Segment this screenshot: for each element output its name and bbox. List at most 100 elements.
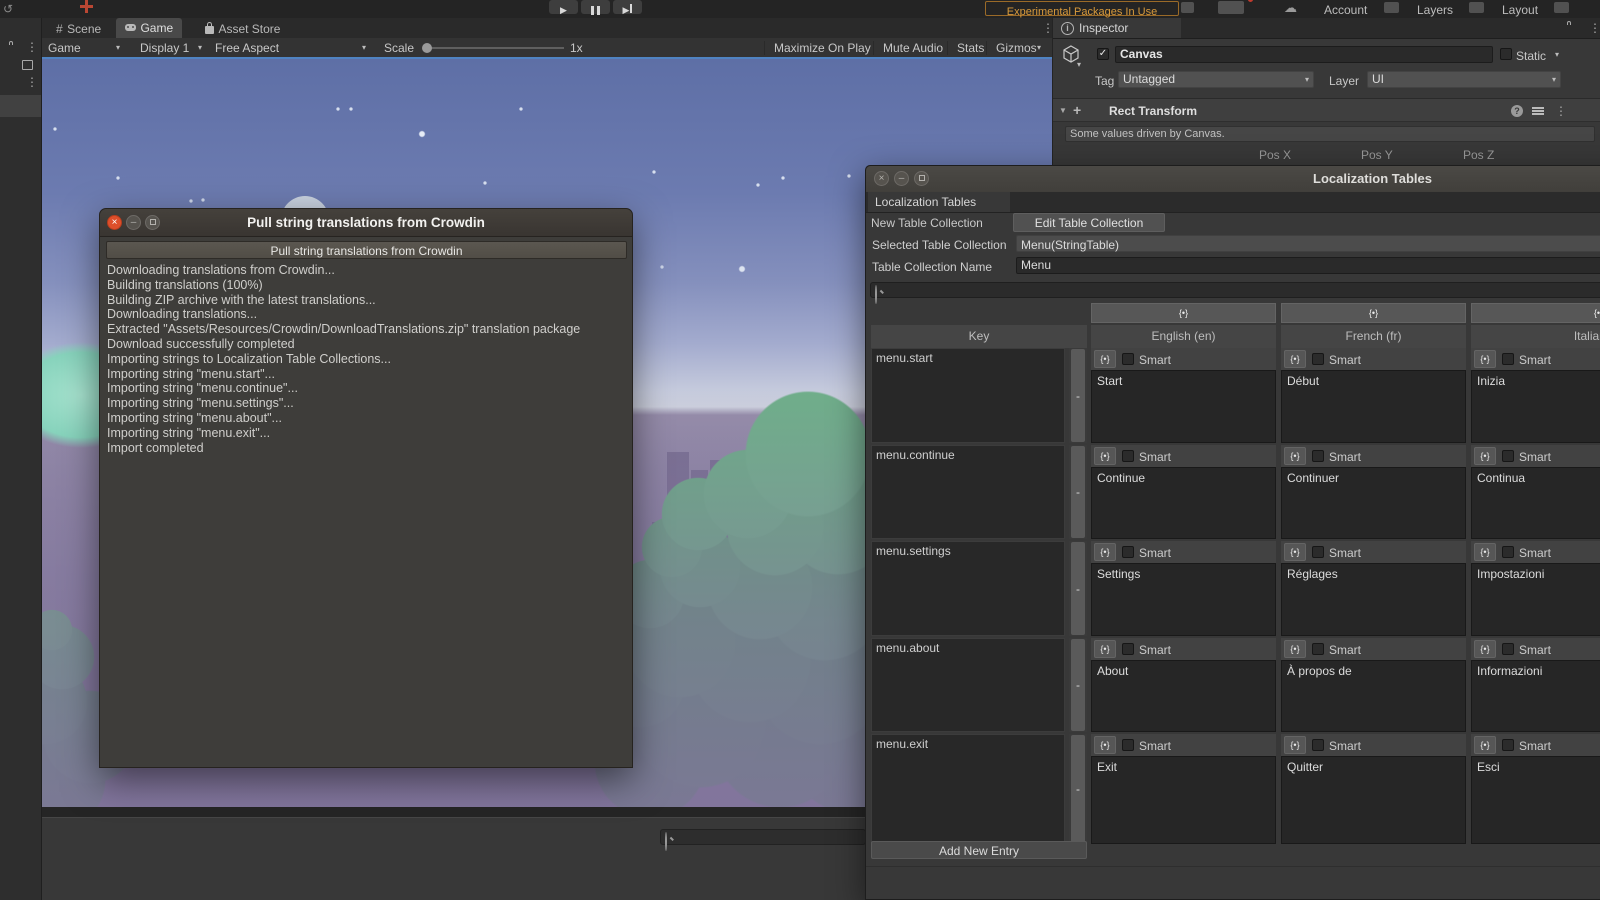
table-search-input[interactable] (870, 282, 1600, 304)
translation-input[interactable]: Exit (1091, 756, 1276, 844)
tab-asset-store[interactable]: Asset Store (197, 20, 288, 38)
remove-entry-button[interactable]: - (1069, 582, 1087, 596)
scale-slider-knob[interactable] (422, 43, 432, 53)
column-header-en[interactable]: English (en) (1091, 325, 1276, 348)
popout-icon[interactable] (22, 60, 33, 70)
kebab-icon[interactable]: ⋮ (1589, 22, 1600, 34)
smart-checkbox[interactable] (1502, 353, 1514, 365)
static-chevron-icon[interactable]: ▾ (1555, 51, 1559, 59)
key-field[interactable]: menu.exit (871, 734, 1065, 844)
dialog-titlebar[interactable]: × – Pull string translations from Crowdi… (100, 209, 632, 237)
remove-entry-button[interactable]: - (1069, 389, 1087, 403)
window-titlebar[interactable]: × – Localization Tables (866, 166, 1600, 193)
metadata-icon[interactable]: {•} (1474, 640, 1496, 658)
row-scroll-strip[interactable]: - (1069, 348, 1087, 443)
translation-input[interactable]: Continuer (1281, 467, 1466, 539)
translation-input[interactable]: Continua (1471, 467, 1600, 539)
translation-input[interactable]: Début (1281, 370, 1466, 443)
smart-checkbox[interactable] (1122, 450, 1134, 462)
new-table-collection-button[interactable]: New Table Collection (869, 214, 1011, 232)
translation-input[interactable]: Start (1091, 370, 1276, 443)
remove-entry-button[interactable]: - (1069, 678, 1087, 692)
maximize-on-play-button[interactable]: Maximize On Play (764, 41, 871, 55)
add-new-entry-button[interactable]: Add New Entry (871, 841, 1087, 859)
smart-checkbox[interactable] (1502, 546, 1514, 558)
smart-checkbox[interactable] (1312, 546, 1324, 558)
account-button[interactable]: Account (1324, 3, 1367, 17)
column-header-fr[interactable]: French (fr) (1281, 325, 1466, 348)
row-scroll-strip[interactable]: - (1069, 445, 1087, 539)
edit-table-collection-button[interactable]: Edit Table Collection (1013, 213, 1165, 232)
metadata-icon[interactable]: {•} (1094, 350, 1116, 368)
step-button[interactable]: ▶ (613, 0, 642, 15)
layout-chip[interactable] (1554, 2, 1569, 13)
smart-checkbox[interactable] (1312, 739, 1324, 751)
metadata-icon[interactable]: {•} (1474, 447, 1496, 465)
metadata-icon[interactable]: {•} (1474, 350, 1496, 368)
layers-button[interactable]: Layers (1417, 3, 1453, 17)
metadata-icon[interactable]: {•} (1284, 543, 1306, 561)
warning-dismiss-chip[interactable] (1181, 2, 1194, 13)
metadata-icon[interactable]: {•} (1094, 543, 1116, 561)
smart-checkbox[interactable] (1502, 739, 1514, 751)
kebab-icon[interactable]: ⋮ (1555, 105, 1567, 117)
smart-checkbox[interactable] (1122, 739, 1134, 751)
column-header-key[interactable]: Key (871, 325, 1087, 348)
aspect-dropdown[interactable]: Free Aspect (215, 41, 279, 55)
kebab-icon[interactable]: ⋮ (26, 41, 38, 53)
translation-input[interactable]: Continue (1091, 467, 1276, 539)
scale-slider-track[interactable] (426, 47, 564, 49)
smart-checkbox[interactable] (1312, 643, 1324, 655)
translation-input[interactable]: Inizia (1471, 370, 1600, 443)
stats-button[interactable]: Stats (947, 41, 984, 55)
smart-checkbox[interactable] (1312, 450, 1324, 462)
undo-icon[interactable]: ↺ (3, 2, 13, 16)
foldout-caret-icon[interactable]: ▼ (1059, 107, 1067, 115)
mute-audio-button[interactable]: Mute Audio (873, 41, 943, 55)
table-collection-name-field[interactable]: Menu (1016, 257, 1600, 274)
key-field[interactable]: menu.settings (871, 541, 1065, 636)
object-name-field[interactable]: Canvas (1115, 46, 1493, 63)
tag-dropdown[interactable]: Untagged ▾ (1118, 71, 1314, 88)
layer-dropdown[interactable]: UI ▾ (1367, 71, 1561, 88)
row-scroll-strip[interactable]: - (1069, 734, 1087, 844)
metadata-icon[interactable]: {•} (1284, 736, 1306, 754)
layout-button[interactable]: Layout (1502, 3, 1538, 17)
translation-input[interactable]: Réglages (1281, 563, 1466, 636)
smart-checkbox[interactable] (1312, 353, 1324, 365)
row-scroll-strip[interactable]: - (1069, 638, 1087, 732)
component-header[interactable]: ▼ + Rect Transform ? ⋮ (1053, 98, 1600, 122)
smart-checkbox[interactable] (1502, 643, 1514, 655)
column-settings-en[interactable]: {•} (1091, 303, 1276, 323)
column-settings-it[interactable]: {•} (1471, 303, 1600, 323)
pull-translations-button[interactable]: Pull string translations from Crowdin (106, 241, 627, 259)
metadata-icon[interactable]: {•} (1284, 447, 1306, 465)
metadata-icon[interactable]: {•} (1284, 640, 1306, 658)
translation-input[interactable]: Impostazioni (1471, 563, 1600, 636)
experimental-packages-warning[interactable]: Experimental Packages In Use (985, 1, 1179, 18)
search-input[interactable] (660, 829, 866, 851)
pause-button[interactable] (581, 0, 610, 15)
translation-input[interactable]: Informazioni (1471, 660, 1600, 732)
display-dropdown[interactable]: Display 1 (140, 41, 189, 55)
key-field[interactable]: menu.start (871, 348, 1065, 443)
tab-inspector[interactable]: i Inspector (1053, 18, 1181, 38)
toolbar-chip[interactable] (1218, 1, 1244, 14)
remove-entry-button[interactable]: - (1069, 782, 1087, 796)
game-target-dropdown[interactable]: Game (48, 41, 81, 55)
smart-checkbox[interactable] (1502, 450, 1514, 462)
metadata-icon[interactable]: {•} (1474, 736, 1496, 754)
tab-game[interactable]: Game (116, 18, 183, 38)
row-scroll-strip[interactable]: - (1069, 541, 1087, 636)
translation-input[interactable]: À propos de (1281, 660, 1466, 732)
presets-icon[interactable] (1532, 106, 1544, 116)
account-chip[interactable] (1384, 2, 1399, 13)
smart-checkbox[interactable] (1122, 546, 1134, 558)
translation-input[interactable]: Quitter (1281, 756, 1466, 844)
tab-localization-tables[interactable]: Localization Tables (868, 192, 1010, 212)
play-button[interactable]: ▶ (549, 0, 578, 15)
kebab-icon[interactable]: ⋮ (26, 76, 38, 88)
metadata-icon[interactable]: {•} (1094, 447, 1116, 465)
translation-input[interactable]: Settings (1091, 563, 1276, 636)
translation-input[interactable]: About (1091, 660, 1276, 732)
